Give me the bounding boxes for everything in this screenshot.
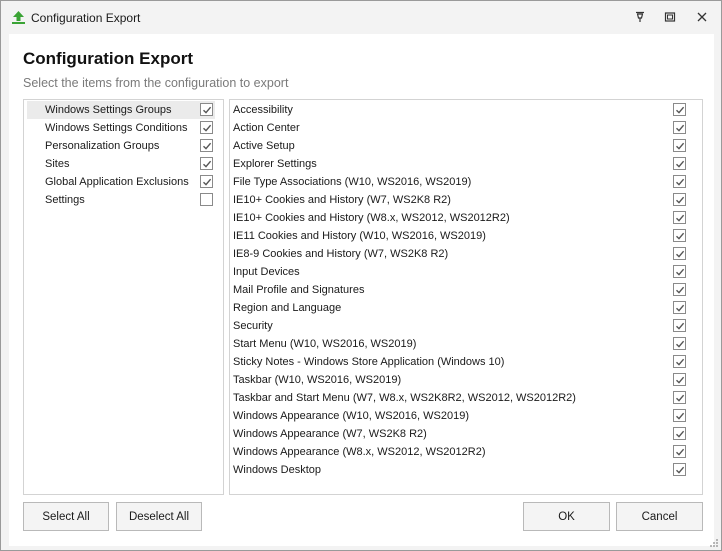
item-checkbox[interactable] [673, 103, 686, 116]
category-list[interactable]: Windows Settings Groups Windows Settings … [23, 99, 224, 495]
resize-grip-icon[interactable] [709, 538, 719, 548]
item-label: Explorer Settings [233, 158, 317, 170]
item-row[interactable]: IE10+ Cookies and History (W8.x, WS2012,… [233, 209, 691, 227]
item-row[interactable]: IE11 Cookies and History (W10, WS2016, W… [233, 227, 691, 245]
item-checkbox[interactable] [673, 121, 686, 134]
item-list[interactable]: Accessibility Action Center Active Setup Ex… [229, 99, 703, 495]
item-label: Accessibility [233, 104, 293, 116]
category-label: Settings [45, 194, 85, 206]
item-row[interactable]: Security [233, 317, 691, 335]
item-checkbox[interactable] [673, 391, 686, 404]
category-row[interactable]: Sites [27, 155, 215, 173]
window-title: Configuration Export [31, 11, 141, 25]
item-label: IE8-9 Cookies and History (W7, WS2K8 R2) [233, 248, 449, 260]
upload-arrow-icon [11, 10, 26, 25]
item-label: Action Center [233, 122, 300, 134]
item-checkbox[interactable] [673, 463, 686, 476]
item-checkbox[interactable] [673, 445, 686, 458]
close-icon[interactable] [695, 10, 709, 24]
item-checkbox[interactable] [673, 247, 686, 260]
item-row[interactable]: Active Setup [233, 137, 691, 155]
configuration-export-window: Configuration Export Configuration Expor… [0, 0, 722, 551]
item-row[interactable]: Sticky Notes - Windows Store Application… [233, 353, 691, 371]
item-checkbox[interactable] [673, 409, 686, 422]
item-label: Windows Appearance (W10, WS2016, WS2019) [233, 410, 470, 422]
item-label: Windows Appearance (W7, WS2K8 R2) [233, 428, 427, 440]
item-row[interactable]: Windows Appearance (W7, WS2K8 R2) [233, 425, 691, 443]
category-label: Windows Settings Groups [45, 104, 172, 116]
item-checkbox[interactable] [673, 373, 686, 386]
item-row[interactable]: Windows Appearance (W10, WS2016, WS2019) [233, 407, 691, 425]
item-row[interactable]: Region and Language [233, 299, 691, 317]
title-bar[interactable]: Configuration Export [1, 1, 721, 34]
item-checkbox[interactable] [673, 427, 686, 440]
category-checkbox[interactable] [200, 193, 213, 206]
item-checkbox[interactable] [673, 319, 686, 332]
deselect-all-button[interactable]: Deselect All [116, 502, 202, 531]
item-row[interactable]: Action Center [233, 119, 691, 137]
item-label: Taskbar (W10, WS2016, WS2019) [233, 374, 402, 386]
item-checkbox[interactable] [673, 229, 686, 242]
item-label: Region and Language [233, 302, 342, 314]
category-checkbox[interactable] [200, 139, 213, 152]
ok-button[interactable]: OK [523, 502, 610, 531]
item-row[interactable]: Input Devices [233, 263, 691, 281]
item-checkbox[interactable] [673, 283, 686, 296]
category-checkbox[interactable] [200, 103, 213, 116]
item-checkbox[interactable] [673, 337, 686, 350]
item-checkbox[interactable] [673, 211, 686, 224]
category-row[interactable]: Windows Settings Groups [27, 101, 215, 119]
item-label: Input Devices [233, 266, 300, 278]
item-label: IE11 Cookies and History (W10, WS2016, W… [233, 230, 486, 242]
category-row[interactable]: Settings [27, 191, 215, 209]
item-label: IE10+ Cookies and History (W7, WS2K8 R2) [233, 194, 451, 206]
item-row[interactable]: IE8-9 Cookies and History (W7, WS2K8 R2) [233, 245, 691, 263]
item-label: File Type Associations (W10, WS2016, WS2… [233, 176, 472, 188]
cancel-button[interactable]: Cancel [616, 502, 703, 531]
category-checkbox[interactable] [200, 175, 213, 188]
item-row[interactable]: File Type Associations (W10, WS2016, WS2… [233, 173, 691, 191]
item-row[interactable]: IE10+ Cookies and History (W7, WS2K8 R2) [233, 191, 691, 209]
category-checkbox[interactable] [200, 121, 213, 134]
item-label: Mail Profile and Signatures [233, 284, 365, 296]
dialog-body: Configuration Export Select the items fr… [9, 34, 714, 546]
category-label: Global Application Exclusions [45, 176, 189, 188]
item-label: Sticky Notes - Windows Store Application… [233, 356, 505, 368]
item-checkbox[interactable] [673, 175, 686, 188]
item-checkbox[interactable] [673, 193, 686, 206]
item-label: Active Setup [233, 140, 295, 152]
page-subtitle: Select the items from the configuration … [23, 76, 289, 90]
item-row[interactable]: Explorer Settings [233, 155, 691, 173]
item-checkbox[interactable] [673, 157, 686, 170]
item-label: Taskbar and Start Menu (W7, W8.x, WS2K8R… [233, 392, 576, 404]
item-row[interactable]: Taskbar and Start Menu (W7, W8.x, WS2K8R… [233, 389, 691, 407]
category-label: Personalization Groups [45, 140, 160, 152]
item-checkbox[interactable] [673, 355, 686, 368]
item-label: Security [233, 320, 273, 332]
category-checkbox[interactable] [200, 157, 213, 170]
category-row[interactable]: Global Application Exclusions [27, 173, 215, 191]
item-checkbox[interactable] [673, 265, 686, 278]
category-row[interactable]: Personalization Groups [27, 137, 215, 155]
select-all-button[interactable]: Select All [23, 502, 109, 531]
restore-icon[interactable] [663, 10, 677, 24]
item-label: IE10+ Cookies and History (W8.x, WS2012,… [233, 212, 510, 224]
item-row[interactable]: Windows Desktop [233, 461, 691, 479]
item-row[interactable]: Start Menu (W10, WS2016, WS2019) [233, 335, 691, 353]
item-row[interactable]: Accessibility [233, 101, 691, 119]
item-label: Start Menu (W10, WS2016, WS2019) [233, 338, 417, 350]
item-row[interactable]: Mail Profile and Signatures [233, 281, 691, 299]
item-checkbox[interactable] [673, 139, 686, 152]
page-title: Configuration Export [23, 49, 193, 68]
item-label: Windows Appearance (W8.x, WS2012, WS2012… [233, 446, 486, 458]
item-label: Windows Desktop [233, 464, 322, 476]
item-row[interactable]: Taskbar (W10, WS2016, WS2019) [233, 371, 691, 389]
category-row[interactable]: Windows Settings Conditions [27, 119, 215, 137]
pin-icon[interactable] [633, 10, 647, 24]
item-checkbox[interactable] [673, 301, 686, 314]
category-label: Windows Settings Conditions [45, 122, 188, 134]
category-label: Sites [45, 158, 70, 170]
item-row[interactable]: Windows Appearance (W8.x, WS2012, WS2012… [233, 443, 691, 461]
